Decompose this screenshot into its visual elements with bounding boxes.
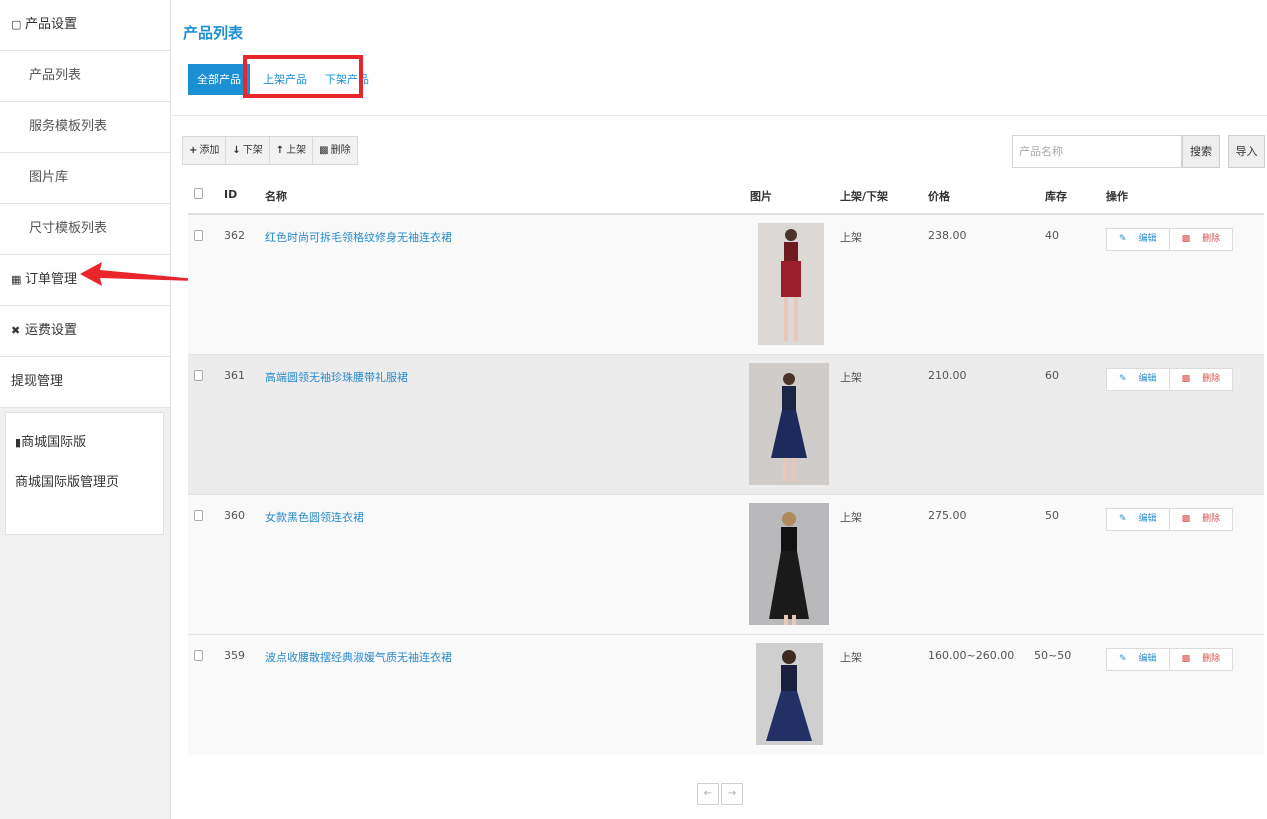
sidebar-item-product-list[interactable]: 产品列表 (0, 51, 170, 102)
tab-all-products[interactable]: 全部产品 (188, 64, 250, 95)
select-all-checkbox[interactable] (194, 188, 203, 199)
row-actions: ✎ 编辑 ▩ 删除 (1106, 508, 1234, 531)
edit-button[interactable]: ✎ 编辑 (1107, 369, 1170, 390)
sidebar-card-link[interactable]: 商城国际版管理页 (6, 470, 163, 496)
row-stock: 40 (1045, 229, 1059, 242)
row-actions: ✎ 编辑 ▩ 删除 (1106, 648, 1234, 671)
row-stock: 50 (1045, 509, 1059, 522)
sidebar-item-label: 运费设置 (25, 323, 78, 338)
put-up-button[interactable]: ↑ 上架 (270, 137, 314, 164)
row-status: 上架 (840, 371, 862, 384)
sidebar-card-title[interactable]: ▮商城国际版 (6, 430, 163, 456)
edit-button[interactable]: ✎ 编辑 (1107, 509, 1170, 530)
sidebar-item-image-library[interactable]: 图片库 (0, 153, 170, 204)
add-button[interactable]: + 添加 (183, 137, 227, 164)
calendar-icon: ▦ (11, 273, 22, 286)
row-checkbox[interactable] (194, 650, 203, 661)
row-checkbox[interactable] (194, 510, 203, 521)
highlight-box (243, 55, 363, 98)
plane-icon: ✖ (11, 324, 21, 337)
sidebar-item-label: 订单管理 (25, 272, 78, 287)
table-toolbar: + 添加 ↓ 下架 ↑ 上架 ▩ 删除 (182, 136, 358, 165)
trash-icon: ▩ (319, 145, 329, 156)
sidebar-item-size-templates[interactable]: 尺寸模板列表 (0, 204, 170, 255)
edit-icon: ✎ (1119, 654, 1127, 664)
page-title: 产品列表 (183, 24, 244, 42)
row-price: 275.00 (928, 509, 967, 522)
sidebar-item-label: 产品设置 (25, 17, 78, 32)
product-name-link[interactable]: 女款黑色圆领连衣裙 (265, 509, 364, 525)
table-row: 360 女款黑色圆领连衣裙 上架 275.00 50 ✎ 编辑 ▩ 删除 (188, 495, 1264, 635)
delete-row-button[interactable]: ▩ 删除 (1170, 509, 1233, 530)
arrow-up-icon: ↑ (275, 145, 285, 156)
column-header-price: 价格 (928, 190, 950, 203)
row-price: 238.00 (928, 229, 967, 242)
row-id: 359 (224, 649, 245, 662)
trash-icon: ▩ (1181, 514, 1191, 524)
delete-row-button[interactable]: ▩ 删除 (1170, 649, 1233, 670)
row-actions: ✎ 编辑 ▩ 删除 (1106, 368, 1234, 391)
edit-button[interactable]: ✎ 编辑 (1107, 229, 1170, 250)
row-stock: 50~50 (1034, 649, 1072, 662)
table-row: 359 波点收腰散摆经典淑媛气质无袖连衣裙 上架 160.00~260.00 5… (188, 635, 1264, 755)
trash-icon: ▩ (1181, 654, 1191, 664)
row-status: 上架 (840, 511, 862, 524)
delete-button[interactable]: ▩ 删除 (313, 137, 356, 164)
row-price: 210.00 (928, 369, 967, 382)
row-checkbox[interactable] (194, 370, 203, 381)
search-button[interactable]: 搜索 (1182, 135, 1220, 168)
row-actions: ✎ 编辑 ▩ 删除 (1106, 228, 1234, 251)
product-name-link[interactable]: 红色时尚可拆毛领格纹修身无袖连衣裙 (265, 229, 452, 245)
row-id: 361 (224, 369, 245, 382)
sidebar-item-service-templates[interactable]: 服务模板列表 (0, 102, 170, 153)
product-image (756, 643, 823, 745)
edit-icon: ✎ (1119, 514, 1127, 524)
column-header-image: 图片 (750, 190, 772, 203)
sidebar-item-product-settings[interactable]: ▢ 产品设置 (0, 0, 170, 51)
column-header-name: 名称 (265, 190, 287, 203)
product-name-link[interactable]: 波点收腰散摆经典淑媛气质无袖连衣裙 (265, 649, 452, 665)
column-header-status: 上架/下架 (840, 190, 889, 203)
sidebar-item-withdraw[interactable]: 提现管理 (0, 357, 170, 408)
prev-page-button[interactable]: ← (697, 783, 719, 805)
product-name-link[interactable]: 高端圆领无袖珍珠腰带礼服裙 (265, 369, 408, 385)
column-header-stock: 库存 (1045, 190, 1067, 203)
sidebar: ▢ 产品设置 产品列表 服务模板列表 图片库 尺寸模板列表 ▦ 订单管理 ✖ 运费设置… (0, 0, 171, 819)
sidebar-card: ▮商城国际版 商城国际版管理页 (5, 412, 164, 535)
trash-icon: ▩ (1181, 374, 1191, 384)
table-header: ID 名称 图片 上架/下架 价格 库存 操作 (188, 178, 1264, 215)
column-header-id: ID (224, 188, 238, 201)
plus-icon: + (189, 145, 198, 156)
delete-row-button[interactable]: ▩ 删除 (1170, 229, 1233, 250)
row-status: 上架 (840, 231, 862, 244)
product-image (758, 223, 824, 345)
row-id: 362 (224, 229, 245, 242)
column-header-ops: 操作 (1106, 190, 1128, 203)
edit-icon: ✎ (1119, 234, 1127, 244)
search-input[interactable] (1012, 135, 1182, 168)
divider (171, 115, 1267, 116)
arrow-down-icon: ↓ (232, 145, 241, 156)
row-status: 上架 (840, 651, 862, 664)
trash-icon: ▩ (1181, 234, 1191, 244)
take-down-button[interactable]: ↓ 下架 (226, 137, 270, 164)
row-stock: 60 (1045, 369, 1059, 382)
product-image (749, 503, 829, 625)
pagination: ← → (697, 783, 743, 805)
import-button[interactable]: 导入 (1228, 135, 1265, 168)
row-price: 160.00~260.00 (928, 649, 1015, 662)
row-id: 360 (224, 509, 245, 522)
product-image (749, 363, 829, 485)
delete-row-button[interactable]: ▩ 删除 (1170, 369, 1233, 390)
next-page-button[interactable]: → (721, 783, 743, 805)
main-content: 产品列表 全部产品 上架产品 下架产品 +添加 ↓下架 ↑上架 ▩删除 搜索 导… (171, 0, 1267, 819)
gift-icon: ▢ (11, 18, 22, 31)
table-row: 361 高端圆领无袖珍珠腰带礼服裙 上架 210.00 60 ✎ 编辑 ▩ 删除 (188, 355, 1264, 495)
sidebar-item-shipping[interactable]: ✖ 运费设置 (0, 306, 170, 357)
edit-icon: ✎ (1119, 374, 1127, 384)
row-checkbox[interactable] (194, 230, 203, 241)
table-row: 362 红色时尚可拆毛领格纹修身无袖连衣裙 上架 238.00 40 ✎ 编辑 ▩… (188, 215, 1264, 355)
edit-button[interactable]: ✎ 编辑 (1107, 649, 1170, 670)
